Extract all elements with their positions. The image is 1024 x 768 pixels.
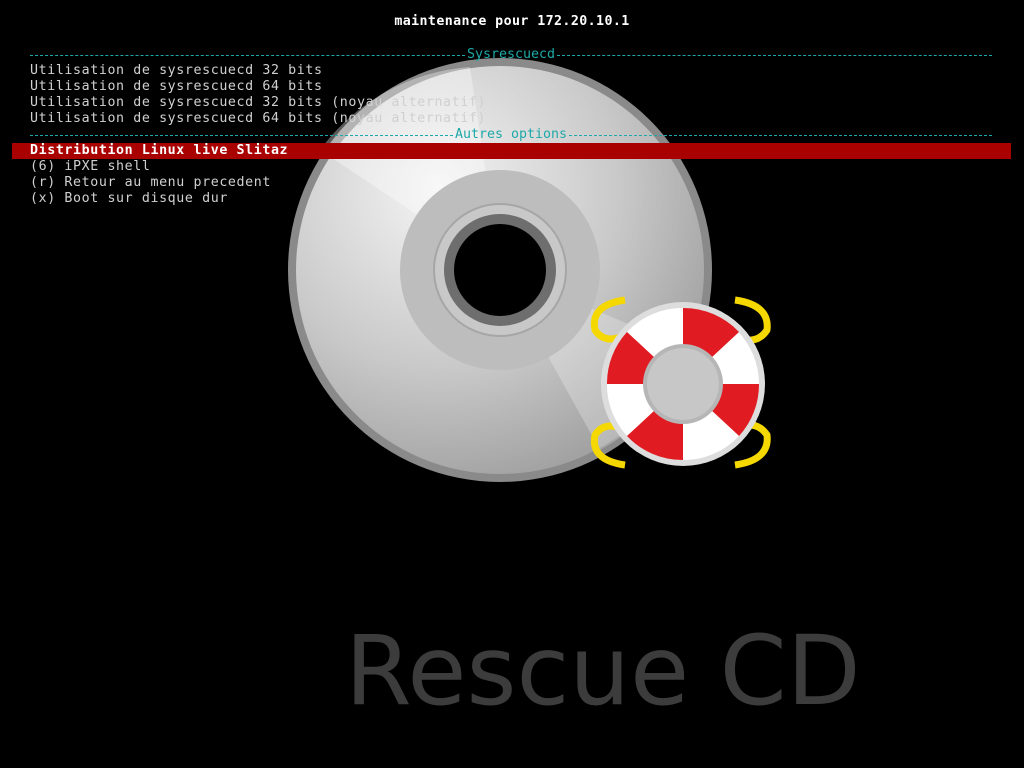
section-separator-other-options: Autres options bbox=[30, 127, 993, 143]
menu-item-sysrescuecd-32-alt[interactable]: Utilisation de sysrescuecd 32 bits (noya… bbox=[30, 95, 486, 111]
menu-item-boot-hard-disk[interactable]: (x) Boot sur disque dur bbox=[30, 191, 228, 207]
menu-item-ipxe-shell[interactable]: (6) iPXE shell bbox=[30, 159, 150, 175]
menu-item-sysrescuecd-32[interactable]: Utilisation de sysrescuecd 32 bits bbox=[30, 63, 323, 79]
menu-item-sysrescuecd-64[interactable]: Utilisation de sysrescuecd 64 bits bbox=[30, 79, 323, 95]
section-label: Sysrescuecd bbox=[466, 47, 556, 62]
menu-item-slitaz-selected[interactable]: Distribution Linux live Slitaz bbox=[12, 143, 1011, 159]
menu-item-sysrescuecd-64-alt[interactable]: Utilisation de sysrescuecd 64 bits (noya… bbox=[30, 111, 486, 127]
menu-item-back-to-previous[interactable]: (r) Retour au menu precedent bbox=[30, 175, 271, 191]
boot-menu-screen: maintenance pour 172.20.10.1 Sysrescuecd… bbox=[0, 0, 1024, 768]
page-title: maintenance pour 172.20.10.1 bbox=[394, 14, 630, 29]
rescue-cd-brand-text: Rescue CD bbox=[345, 615, 861, 727]
section-separator-sysrescuecd: Sysrescuecd bbox=[30, 47, 992, 63]
section-label: Autres options bbox=[454, 127, 568, 142]
